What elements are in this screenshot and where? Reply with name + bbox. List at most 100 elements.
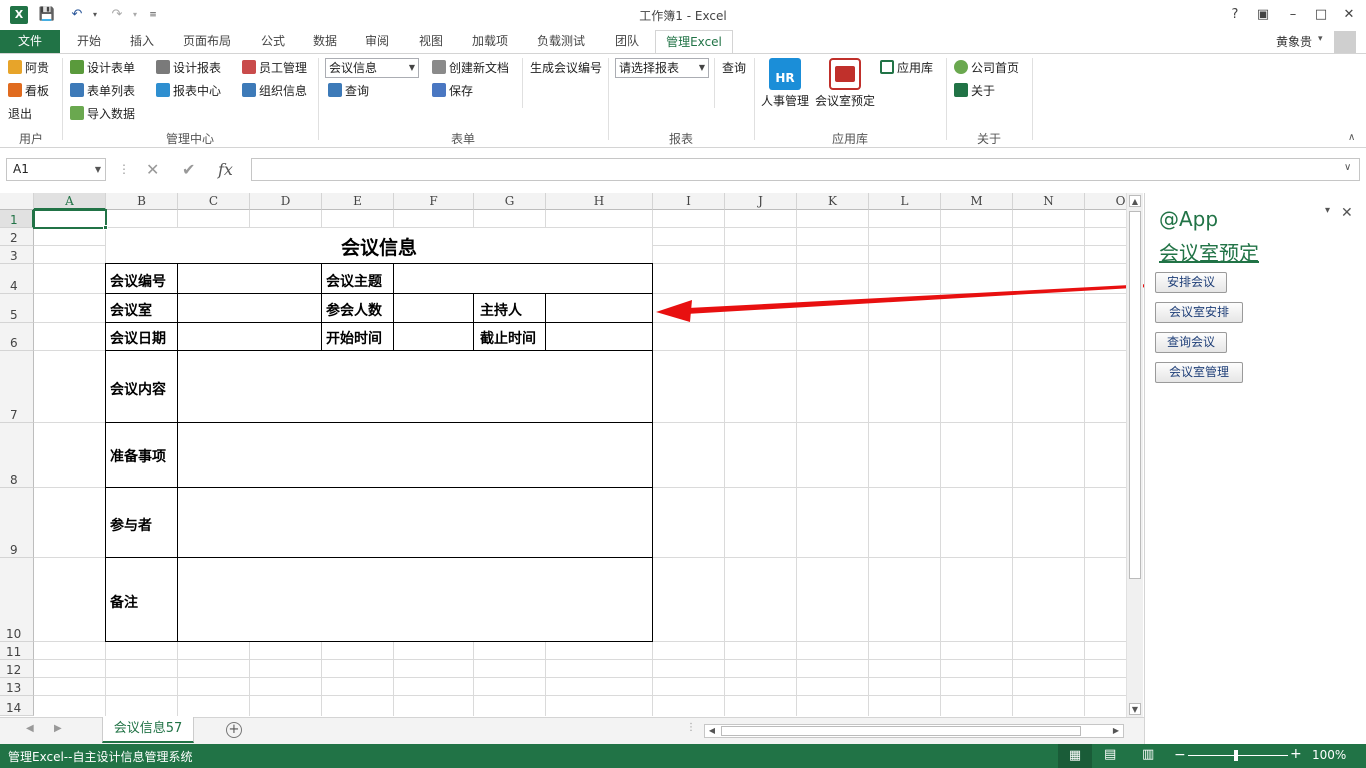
col-header-e[interactable]: E xyxy=(322,193,394,210)
col-header-g[interactable]: G xyxy=(474,193,546,210)
company-home-button[interactable]: 公司首页 xyxy=(954,58,1019,78)
content-merged-area[interactable] xyxy=(178,351,652,641)
tab-page-layout[interactable]: 页面布局 xyxy=(172,30,242,54)
date-value-cell[interactable] xyxy=(178,323,322,350)
gen-meeting-no-button[interactable]: 生成会议编号 xyxy=(530,58,602,78)
report-center-button[interactable]: 报表中心 xyxy=(156,81,221,101)
report-query-button[interactable]: 查询 xyxy=(722,58,746,78)
select-all-corner[interactable] xyxy=(0,193,34,210)
tab-manage-excel[interactable]: 管理Excel xyxy=(655,30,733,54)
design-report-button[interactable]: 设计报表 xyxy=(156,58,221,78)
tab-team[interactable]: 团队 xyxy=(604,30,650,54)
scroll-left-icon[interactable]: ◀ xyxy=(705,725,719,737)
sheet-next-icon[interactable]: ▶ xyxy=(54,723,62,734)
row-header-3[interactable]: 3 xyxy=(0,246,34,264)
page-break-view-icon[interactable]: ▥ xyxy=(1142,747,1154,762)
scroll-right-icon[interactable]: ▶ xyxy=(1109,725,1123,737)
scroll-down-icon[interactable]: ▼ xyxy=(1129,703,1141,715)
col-header-h[interactable]: H xyxy=(546,193,653,210)
host-value-cell[interactable] xyxy=(546,294,652,322)
tab-insert[interactable]: 插入 xyxy=(119,30,165,54)
meeting-no-value-cell[interactable] xyxy=(178,264,322,293)
row-header-4[interactable]: 4 xyxy=(0,264,34,294)
expand-formula-icon[interactable]: ∨ xyxy=(1344,162,1351,173)
col-header-n[interactable]: N xyxy=(1013,193,1085,210)
room-schedule-button[interactable]: 会议室安排 xyxy=(1155,302,1243,323)
name-box[interactable]: A1 ▼ xyxy=(6,158,106,181)
formula-input[interactable] xyxy=(251,158,1360,181)
tab-addins[interactable]: 加载项 xyxy=(462,30,518,54)
sheet-tabs-splitter[interactable]: ⋮ xyxy=(686,722,696,733)
collapse-ribbon-icon[interactable]: ∧ xyxy=(1348,132,1355,143)
pane-close-icon[interactable]: ✕ xyxy=(1341,205,1353,221)
query-meeting-button[interactable]: 查询会议 xyxy=(1155,332,1227,353)
col-header-l[interactable]: L xyxy=(869,193,941,210)
tab-view[interactable]: 视图 xyxy=(408,30,454,54)
horizontal-scrollbar[interactable]: ◀ ▶ xyxy=(704,724,1124,738)
employee-mgmt-button[interactable]: 员工管理 xyxy=(242,58,307,78)
tab-file[interactable]: 文件 xyxy=(0,30,60,54)
normal-view-icon[interactable]: ▦ xyxy=(1058,744,1092,768)
row-header-13[interactable]: 13 xyxy=(0,678,34,696)
row-header-7[interactable]: 7 xyxy=(0,351,34,423)
hr-app-button[interactable]: HR 人事管理 xyxy=(760,58,810,116)
sheet-tab-active[interactable]: 会议信息57 xyxy=(102,717,194,743)
row-header-10[interactable]: 10 xyxy=(0,558,34,642)
row-header-6[interactable]: 6 xyxy=(0,323,34,351)
row-header-5[interactable]: 5 xyxy=(0,294,34,323)
user-name[interactable]: 黄象贵 xyxy=(1276,33,1312,50)
minimize-button[interactable]: – xyxy=(1280,4,1306,26)
zoom-out-button[interactable]: − xyxy=(1174,747,1186,763)
end-time-value-cell[interactable] xyxy=(546,323,652,350)
help-button[interactable]: ? xyxy=(1222,4,1248,26)
scroll-thumb[interactable] xyxy=(1129,211,1141,579)
form-list-button[interactable]: 表单列表 xyxy=(70,81,135,101)
close-button[interactable]: ✕ xyxy=(1336,4,1362,26)
pane-options-icon[interactable]: ▾ xyxy=(1325,205,1330,216)
h-scroll-thumb[interactable] xyxy=(721,726,1081,736)
row-header-14[interactable]: 14 xyxy=(0,696,34,716)
col-header-f[interactable]: F xyxy=(394,193,474,210)
tab-load-test[interactable]: 负载测试 xyxy=(526,30,596,54)
confirm-icon[interactable]: ✔ xyxy=(182,158,195,181)
ribbon-display-icon[interactable]: ▣ xyxy=(1250,4,1276,26)
row-header-8[interactable]: 8 xyxy=(0,423,34,488)
report-select[interactable]: 请选择报表 ▼ xyxy=(615,58,709,78)
zoom-level[interactable]: 100% xyxy=(1312,748,1346,762)
tab-review[interactable]: 审阅 xyxy=(354,30,400,54)
schedule-meeting-button[interactable]: 安排会议 xyxy=(1155,272,1227,293)
vertical-scrollbar[interactable]: ▲ ▼ xyxy=(1126,193,1143,718)
cancel-icon[interactable]: ✕ xyxy=(146,158,159,181)
pane-title[interactable]: 会议室预定 xyxy=(1159,237,1259,266)
room-value-cell[interactable] xyxy=(178,294,322,322)
meeting-room-app-button[interactable]: 会议室预定 xyxy=(814,58,876,116)
user-agui-button[interactable]: 阿贵 xyxy=(8,58,49,78)
col-header-j[interactable]: J xyxy=(725,193,797,210)
dashboard-button[interactable]: 看板 xyxy=(8,81,49,101)
new-doc-button[interactable]: 创建新文档 xyxy=(432,58,509,78)
sheet-prev-icon[interactable]: ◀ xyxy=(26,723,34,734)
tab-formulas[interactable]: 公式 xyxy=(250,30,296,54)
add-sheet-button[interactable]: + xyxy=(226,722,242,738)
fill-handle[interactable] xyxy=(103,225,108,230)
col-header-a[interactable]: A xyxy=(34,193,106,210)
row-header-11[interactable]: 11 xyxy=(0,642,34,660)
zoom-slider[interactable] xyxy=(1188,755,1288,756)
col-header-k[interactable]: K xyxy=(797,193,869,210)
col-header-o[interactable]: O xyxy=(1085,193,1126,210)
selected-cell-a1[interactable] xyxy=(33,209,107,229)
row-header-2[interactable]: 2 xyxy=(0,228,34,246)
page-layout-view-icon[interactable]: ▤ xyxy=(1104,747,1116,762)
tab-home[interactable]: 开始 xyxy=(66,30,112,54)
topic-value-cell[interactable] xyxy=(394,264,652,293)
zoom-in-button[interactable]: + xyxy=(1290,746,1302,762)
form-query-button[interactable]: 查询 xyxy=(328,81,369,101)
row-header-1[interactable]: 1 xyxy=(0,210,34,228)
room-management-button[interactable]: 会议室管理 xyxy=(1155,362,1243,383)
maximize-button[interactable]: □ xyxy=(1308,4,1334,26)
import-data-button[interactable]: 导入数据 xyxy=(70,104,135,124)
row-header-9[interactable]: 9 xyxy=(0,488,34,558)
form-select[interactable]: 会议信息 ▼ xyxy=(325,58,419,78)
row-header-12[interactable]: 12 xyxy=(0,660,34,678)
design-form-button[interactable]: 设计表单 xyxy=(70,58,135,78)
